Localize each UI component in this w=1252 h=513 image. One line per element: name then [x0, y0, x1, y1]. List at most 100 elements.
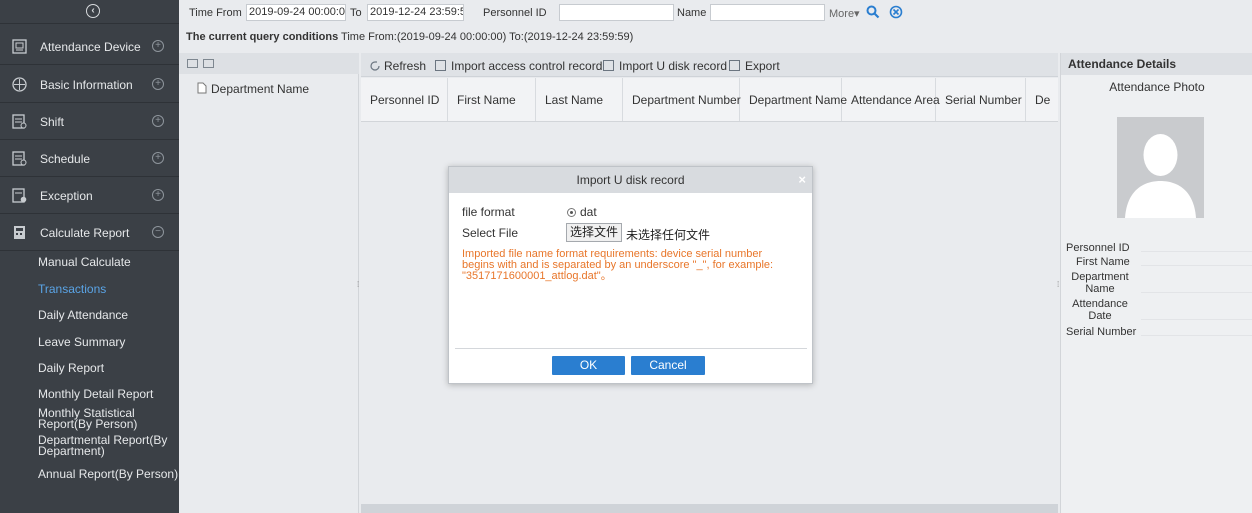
- exception-icon: [12, 188, 27, 203]
- detail-label: First Name: [1076, 256, 1130, 268]
- import-access-label: Import access control record: [451, 59, 603, 73]
- submenu-departmental-report[interactable]: Departmental Report(By Department): [38, 434, 173, 457]
- filter-bar: Time From 2019-09-24 00:00:0 To 2019-12-…: [179, 0, 1252, 24]
- file-name-requirement-note: Imported file name format requirements: …: [462, 248, 774, 282]
- import-icon: [603, 60, 614, 71]
- grid-toolbar: Refresh Import access control record Imp…: [361, 53, 1058, 77]
- time-from-input[interactable]: 2019-09-24 00:00:0: [246, 4, 346, 21]
- attendance-device-icon: [12, 39, 27, 54]
- splitter-handle[interactable]: ⁞: [357, 280, 360, 292]
- column-header[interactable]: Personnel ID: [361, 78, 448, 121]
- submenu-annual-report[interactable]: Annual Report(By Person): [38, 468, 178, 480]
- menu-basic-information[interactable]: Basic Information +: [0, 66, 179, 103]
- department-tree-root[interactable]: Department Name: [211, 82, 309, 96]
- detail-label: Department Name: [1071, 271, 1129, 295]
- menu-label: Attendance Device: [40, 40, 141, 54]
- refresh-label: Refresh: [384, 59, 427, 73]
- submenu-transactions[interactable]: Transactions: [38, 283, 106, 295]
- menu-schedule[interactable]: Schedule +: [0, 140, 179, 177]
- detail-value: [1141, 281, 1252, 293]
- no-file-selected-text: 未选择任何文件: [626, 228, 711, 242]
- import-udisk-dialog: Import U disk record × file format dat S…: [448, 166, 813, 384]
- column-header[interactable]: Department Number: [623, 78, 741, 121]
- dialog-header[interactable]: Import U disk record ×: [449, 167, 812, 193]
- shift-icon: [12, 114, 27, 129]
- import-udisk-button[interactable]: Import U disk record: [603, 59, 727, 73]
- details-title: Attendance Details: [1061, 53, 1252, 75]
- detail-value: [1141, 240, 1252, 252]
- choose-file-button[interactable]: 选择文件: [566, 223, 622, 242]
- submenu-monthly-statistical-report[interactable]: Monthly Statistical Report(By Person): [38, 407, 178, 430]
- sidebar-collapse-toggle[interactable]: ‹: [0, 0, 179, 24]
- department-panel: Department Name: [179, 53, 359, 513]
- menu-label: Schedule: [40, 152, 91, 166]
- name-label: Name: [677, 7, 707, 19]
- search-icon[interactable]: [866, 5, 880, 19]
- cancel-button[interactable]: Cancel: [631, 356, 705, 375]
- file-format-value: dat: [580, 205, 597, 219]
- time-from-label: Time From: [189, 7, 242, 19]
- column-header[interactable]: Last Name: [536, 78, 623, 121]
- submenu-daily-report[interactable]: Daily Report: [38, 362, 104, 374]
- submenu-daily-attendance[interactable]: Daily Attendance: [38, 309, 128, 321]
- submenu-manual-calculate[interactable]: Manual Calculate: [38, 256, 131, 268]
- menu-shift[interactable]: Shift +: [0, 103, 179, 140]
- clear-icon[interactable]: [889, 5, 903, 19]
- personnel-id-input[interactable]: [559, 4, 674, 21]
- name-input[interactable]: [710, 4, 825, 21]
- attendance-photo: [1117, 117, 1204, 218]
- column-header[interactable]: Department Name: [740, 78, 847, 121]
- export-button[interactable]: Export: [729, 59, 780, 73]
- ok-button[interactable]: OK: [552, 356, 625, 375]
- menu-label: Shift: [40, 115, 65, 129]
- dialog-divider: [455, 348, 807, 349]
- calculate-report-icon: [14, 226, 25, 239]
- submenu-monthly-detail-report[interactable]: Monthly Detail Report: [38, 388, 153, 400]
- expand-icon: +: [152, 115, 164, 127]
- schedule-icon: [12, 151, 27, 166]
- close-icon[interactable]: ×: [798, 167, 806, 193]
- menu-label: Exception: [40, 189, 93, 203]
- query-conditions: The current query conditions Time From:(…: [186, 31, 633, 43]
- import-access-control-button[interactable]: Import access control record: [435, 59, 602, 73]
- column-header[interactable]: First Name: [448, 78, 536, 121]
- more-dropdown[interactable]: More▾: [829, 7, 860, 20]
- personnel-id-label: Personnel ID: [483, 7, 547, 19]
- export-icon: [729, 60, 740, 71]
- dialog-title: Import U disk record: [576, 173, 685, 187]
- detail-label: Serial Number: [1066, 326, 1137, 338]
- import-udisk-label: Import U disk record: [619, 59, 728, 73]
- menu-label: Basic Information: [40, 78, 133, 92]
- to-label: To: [350, 7, 362, 19]
- column-header[interactable]: Serial Number: [936, 78, 1026, 121]
- menu-attendance-device[interactable]: Attendance Device +: [0, 28, 179, 65]
- photo-label: Attendance Photo: [1109, 80, 1205, 94]
- file-format-radio[interactable]: [567, 208, 576, 217]
- expand-icon: +: [152, 152, 164, 164]
- expand-icon: +: [152, 78, 164, 90]
- detail-value: [1141, 324, 1252, 336]
- avatar-placeholder-icon: [1117, 117, 1204, 218]
- pagination-bar: [361, 504, 1058, 513]
- attendance-details-panel: Attendance Details Attendance Photo Pers…: [1060, 53, 1252, 513]
- sidebar: ‹ Attendance Device + Basic Information …: [0, 0, 179, 513]
- refresh-button[interactable]: Refresh: [369, 59, 426, 73]
- collapse-icon: −: [152, 226, 164, 238]
- import-icon: [435, 60, 446, 71]
- expand-all-icon[interactable]: [187, 59, 198, 68]
- expand-icon: +: [152, 40, 164, 52]
- select-file-label: Select File: [462, 226, 519, 240]
- time-to-input[interactable]: 2019-12-24 23:59:5: [367, 4, 464, 21]
- column-header[interactable]: De: [1026, 78, 1058, 121]
- expand-icon: +: [152, 189, 164, 201]
- menu-calculate-report[interactable]: Calculate Report −: [0, 214, 179, 251]
- detail-value: [1141, 254, 1252, 266]
- refresh-icon: [370, 61, 380, 71]
- detail-label: Personnel ID: [1066, 242, 1130, 254]
- menu-exception[interactable]: Exception +: [0, 177, 179, 214]
- submenu-leave-summary[interactable]: Leave Summary: [38, 336, 125, 348]
- basic-information-icon: [12, 77, 27, 92]
- collapse-all-icon[interactable]: [203, 59, 214, 68]
- detail-value: [1141, 308, 1252, 320]
- column-header[interactable]: Attendance Area: [842, 78, 940, 121]
